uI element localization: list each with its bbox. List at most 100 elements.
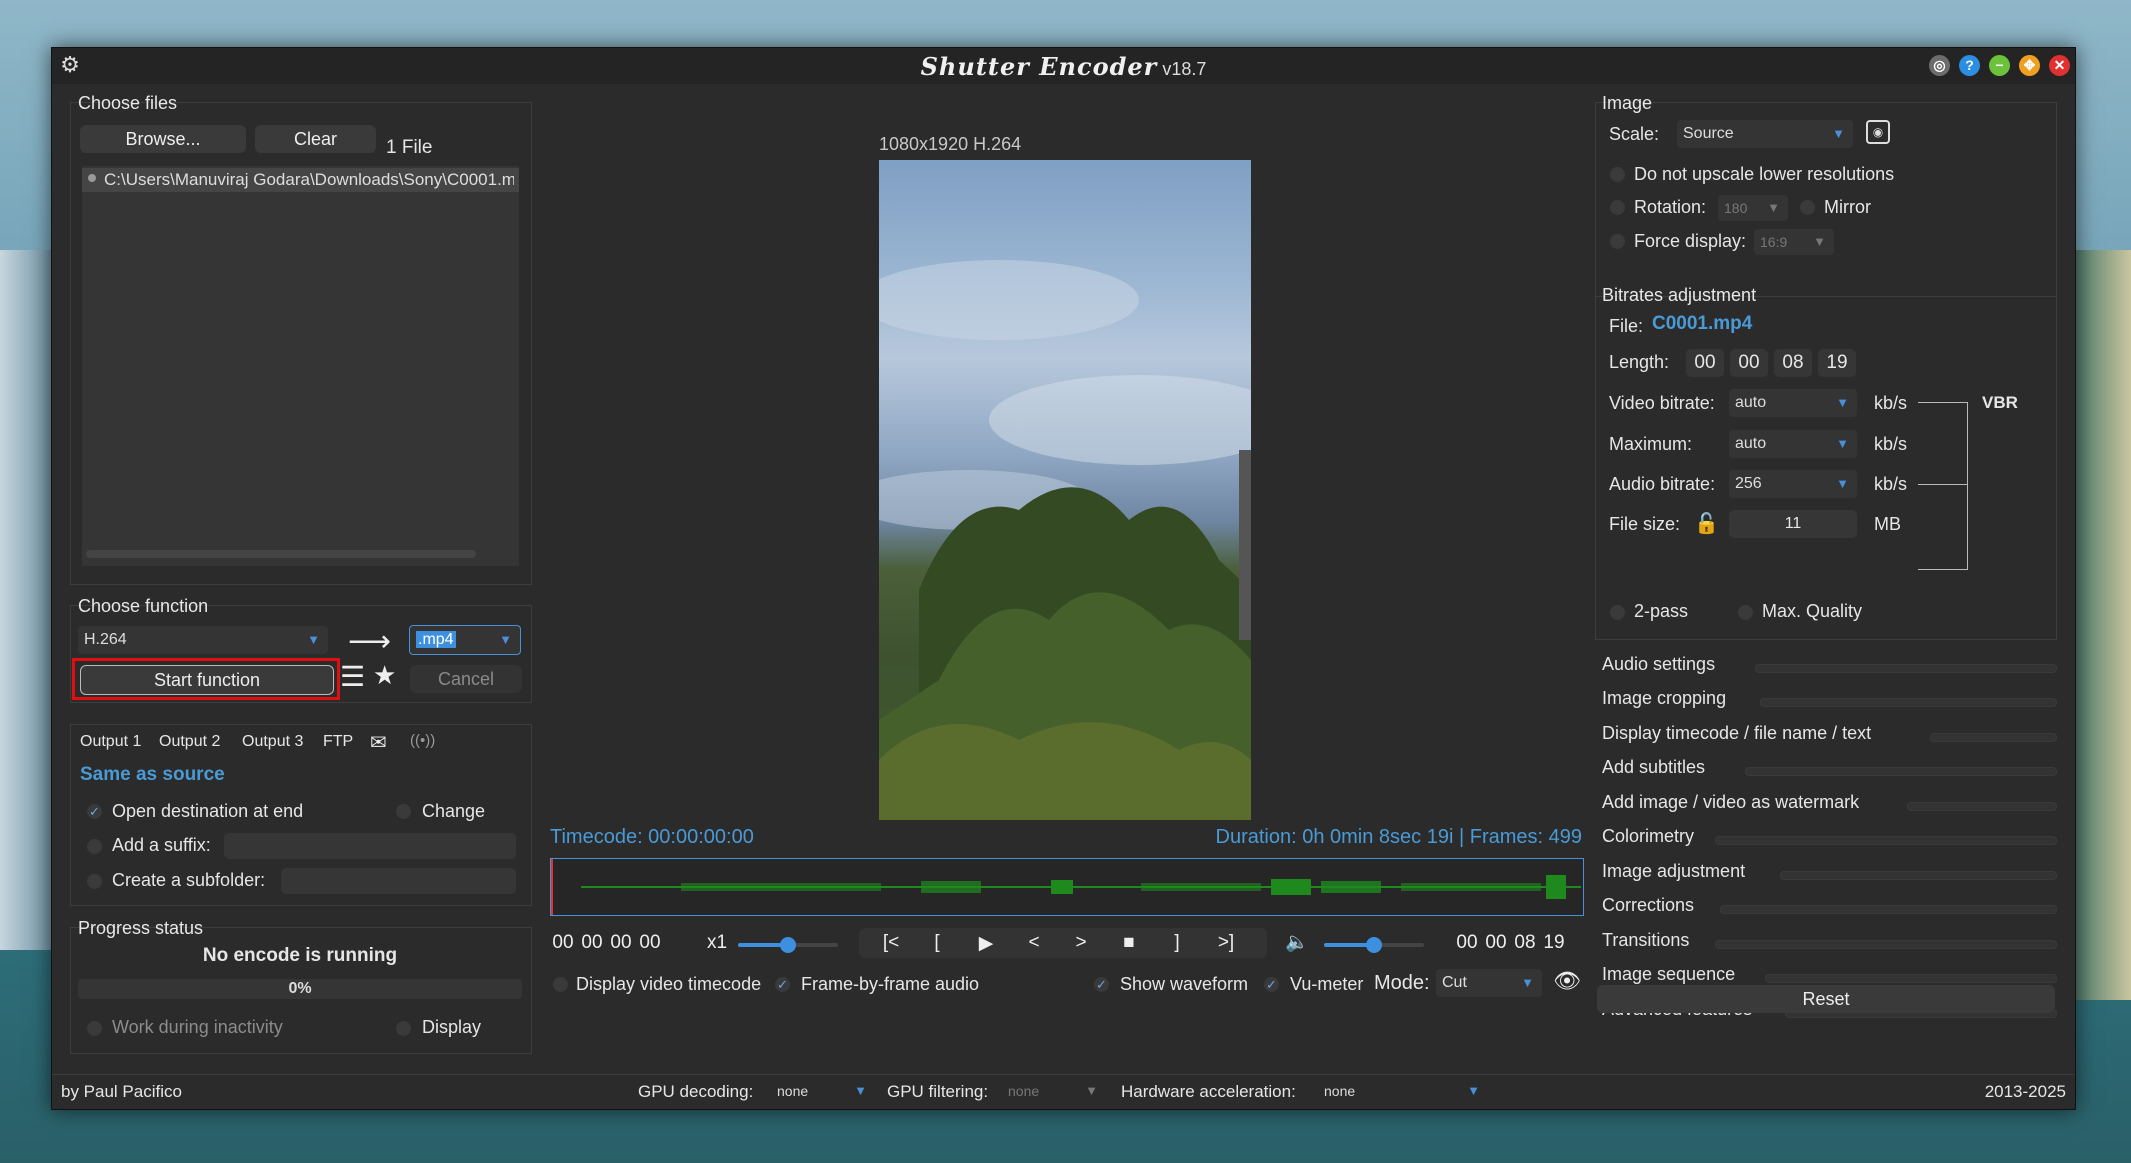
stop-button[interactable]: ■ <box>1112 932 1146 954</box>
mail-icon[interactable]: ✉ <box>370 730 387 755</box>
minimize-icon[interactable]: − <box>1989 55 2010 76</box>
length-hours[interactable]: 00 <box>1686 349 1724 377</box>
maximum-select[interactable]: auto ▼ <box>1729 430 1857 458</box>
tc-in-seconds[interactable]: 00 <box>608 932 634 954</box>
tc-out-frames[interactable]: 19 <box>1541 932 1567 954</box>
display-checkbox[interactable] <box>396 1021 411 1036</box>
help-icon[interactable]: ? <box>1959 55 1980 76</box>
suffix-input[interactable] <box>224 833 516 859</box>
section-image-cropping[interactable]: Image cropping <box>1595 686 2057 716</box>
set-out-button[interactable]: ] <box>1160 932 1194 954</box>
rotation-checkbox[interactable] <box>1610 200 1625 215</box>
play-button[interactable]: ▶ <box>969 932 1003 955</box>
two-pass-checkbox[interactable] <box>1610 605 1625 620</box>
vbr-toggle[interactable]: VBR <box>1982 393 2018 413</box>
rotation-select[interactable]: 180 ▼ <box>1718 195 1788 221</box>
volume-slider[interactable] <box>1324 937 1424 953</box>
volume-slider-knob[interactable] <box>1366 937 1382 953</box>
video-preview[interactable] <box>879 160 1251 820</box>
screenshot-icon[interactable]: ◉ <box>1866 120 1890 144</box>
video-info: 1080x1920 H.264 <box>879 134 1022 154</box>
subfolder-input[interactable] <box>281 868 516 894</box>
tc-out-hours[interactable]: 00 <box>1454 932 1480 954</box>
file-list-item[interactable]: C:\Users\Manuviraj Godara\Downloads\Sony… <box>82 168 519 192</box>
function-select[interactable]: H.264 ▼ <box>78 626 328 654</box>
hw-accel-select[interactable]: none ▼ <box>1318 1079 1488 1103</box>
section-add-watermark[interactable]: Add image / video as watermark <box>1595 790 2057 820</box>
set-in-button[interactable]: [ <box>920 932 954 954</box>
speed-slider-knob[interactable] <box>780 937 796 953</box>
change-checkbox[interactable] <box>396 804 411 819</box>
eye-icon[interactable]: 👁 <box>1553 968 1581 994</box>
mirror-checkbox[interactable] <box>1800 200 1815 215</box>
gpu-filtering-select[interactable]: none ▼ <box>1002 1079 1106 1103</box>
go-to-end-button[interactable]: >] <box>1209 932 1243 954</box>
tc-in-frames[interactable]: 00 <box>637 932 663 954</box>
globe-icon[interactable]: ◎ <box>1929 55 1950 76</box>
tab-output-1[interactable]: Output 1 <box>80 733 141 751</box>
destination-path[interactable]: Same as source <box>80 764 225 786</box>
browse-button[interactable]: Browse... <box>80 125 246 153</box>
tab-output-3[interactable]: Output 3 <box>242 733 303 751</box>
open-destination-checkbox[interactable]: ✓ <box>87 804 102 819</box>
reset-button[interactable]: Reset <box>1597 985 2055 1013</box>
start-function-button[interactable]: Start function <box>80 665 334 695</box>
mode-select-value: Cut <box>1442 974 1467 991</box>
hw-accel-label: Hardware acceleration: <box>1121 1082 1296 1101</box>
section-audio-settings[interactable]: Audio settings <box>1595 652 2057 682</box>
tab-ftp[interactable]: FTP <box>323 733 353 751</box>
show-waveform-checkbox[interactable]: ✓ <box>1094 977 1109 992</box>
cancel-button[interactable]: Cancel <box>410 665 522 693</box>
gpu-decoding-select[interactable]: none ▼ <box>771 1079 875 1103</box>
length-seconds[interactable]: 08 <box>1774 349 1812 377</box>
audio-bitrate-select[interactable]: 256 ▼ <box>1729 470 1857 498</box>
section-add-subtitles[interactable]: Add subtitles <box>1595 755 2057 785</box>
frame-by-frame-audio-checkbox[interactable]: ✓ <box>775 977 790 992</box>
maximize-icon[interactable]: ✥ <box>2019 55 2040 76</box>
go-to-start-button[interactable]: [< <box>874 932 908 954</box>
work-inactivity-checkbox[interactable] <box>87 1021 102 1036</box>
open-destination-label: Open destination at end <box>112 801 304 821</box>
hw-accel-value: none <box>1324 1083 1356 1099</box>
close-icon[interactable]: ✕ <box>2049 55 2070 76</box>
force-display-checkbox[interactable] <box>1610 234 1625 249</box>
speed-slider[interactable] <box>738 937 838 953</box>
previous-frame-button[interactable]: < <box>1017 932 1051 954</box>
section-corrections[interactable]: Corrections <box>1595 893 2057 923</box>
section-transitions[interactable]: Transitions <box>1595 928 2057 958</box>
tc-out-minutes[interactable]: 00 <box>1483 932 1509 954</box>
tc-in-minutes[interactable]: 00 <box>579 932 605 954</box>
scale-select[interactable]: Source ▼ <box>1677 120 1853 148</box>
mode-select[interactable]: Cut ▼ <box>1436 969 1542 997</box>
section-display-timecode[interactable]: Display timecode / file name / text <box>1595 721 2057 751</box>
section-image-adjustment[interactable]: Image adjustment <box>1595 859 2057 889</box>
add-suffix-checkbox[interactable] <box>87 839 102 854</box>
force-display-select[interactable]: 16:9 ▼ <box>1754 229 1834 255</box>
no-upscale-checkbox[interactable] <box>1610 167 1625 182</box>
star-icon[interactable]: ★ <box>373 660 396 691</box>
menu-icon[interactable]: ☰ <box>340 660 365 693</box>
clear-button[interactable]: Clear <box>255 125 376 153</box>
tc-out-seconds[interactable]: 08 <box>1512 932 1538 954</box>
next-frame-button[interactable]: > <box>1064 932 1098 954</box>
create-subfolder-checkbox[interactable] <box>87 874 102 889</box>
length-frames[interactable]: 19 <box>1818 349 1856 377</box>
gear-icon[interactable]: ⚙ <box>58 53 82 77</box>
file-list[interactable]: C:\Users\Manuviraj Godara\Downloads\Sony… <box>82 166 519 566</box>
length-minutes[interactable]: 00 <box>1730 349 1768 377</box>
tab-output-2[interactable]: Output 2 <box>159 733 220 751</box>
display-video-timecode-checkbox[interactable] <box>553 977 568 992</box>
max-quality-checkbox[interactable] <box>1738 605 1753 620</box>
video-bitrate-select[interactable]: auto ▼ <box>1729 389 1857 417</box>
file-list-scrollbar[interactable] <box>86 550 476 558</box>
waveform-timeline[interactable] <box>550 858 1584 916</box>
vu-meter-checkbox[interactable]: ✓ <box>1264 977 1279 992</box>
unlock-icon[interactable]: 🔓 <box>1694 511 1719 536</box>
broadcast-icon[interactable]: ((•)) <box>410 732 435 749</box>
tc-in-hours[interactable]: 00 <box>550 932 576 954</box>
file-size-input[interactable]: 11 <box>1729 510 1857 538</box>
volume-icon[interactable]: 🔈 <box>1284 930 1310 954</box>
section-colorimetry[interactable]: Colorimetry <box>1595 824 2057 854</box>
playhead[interactable] <box>551 859 553 915</box>
extension-select[interactable]: .mp4 ▼ <box>409 625 521 655</box>
